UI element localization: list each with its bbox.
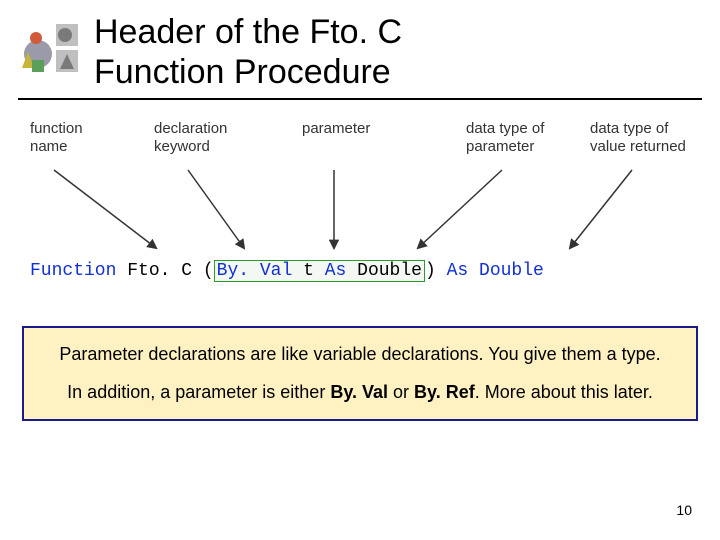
label-dtype-parameter: data type of parameter	[466, 120, 544, 156]
diagram-arrows	[30, 166, 690, 256]
callout-bold-byval: By. Val	[330, 382, 388, 402]
slide-title: Header of the Fto. C Function Procedure	[94, 12, 402, 92]
token-param-type: Double	[357, 261, 422, 281]
label-parameter: parameter	[302, 120, 370, 138]
label-declaration-kw: declaration keyword	[154, 120, 227, 156]
label-dtype-return: data type of value returned	[590, 120, 686, 156]
token-param-name: t	[303, 261, 314, 281]
label-function-name: function name	[30, 120, 83, 156]
token-as-1: As	[325, 261, 347, 281]
page-number: 10	[676, 502, 692, 518]
slide-header: Header of the Fto. C Function Procedure	[18, 12, 702, 100]
token-open-paren: (	[203, 261, 214, 281]
callout-text: Parameter declarations are like variable…	[59, 344, 660, 364]
code-signature: Function Fto. C (By. Val t As Double) As…	[30, 260, 690, 282]
token-return-type: Double	[479, 261, 544, 281]
callout-paragraph-2: In addition, a parameter is either By. V…	[42, 380, 678, 404]
token-byval: By. Val	[217, 261, 293, 281]
parameter-box: By. Val t As Double	[214, 260, 425, 282]
token-function-name: Fto. C	[127, 261, 192, 281]
diagram-labels: function name declaration keyword parame…	[30, 120, 690, 170]
callout-text: . More about this later.	[475, 382, 653, 402]
token-close-paren: )	[425, 261, 436, 281]
callout-paragraph-1: Parameter declarations are like variable…	[42, 342, 678, 366]
token-as-2: As	[447, 261, 469, 281]
annotation-diagram: function name declaration keyword parame…	[30, 120, 690, 320]
callout-text: or	[388, 382, 414, 402]
callout-text: In addition, a parameter is either	[67, 382, 330, 402]
callout-box: Parameter declarations are like variable…	[22, 326, 698, 421]
logo-icon	[18, 20, 82, 84]
callout-bold-byref: By. Ref	[414, 382, 475, 402]
token-function-keyword: Function	[30, 261, 116, 281]
